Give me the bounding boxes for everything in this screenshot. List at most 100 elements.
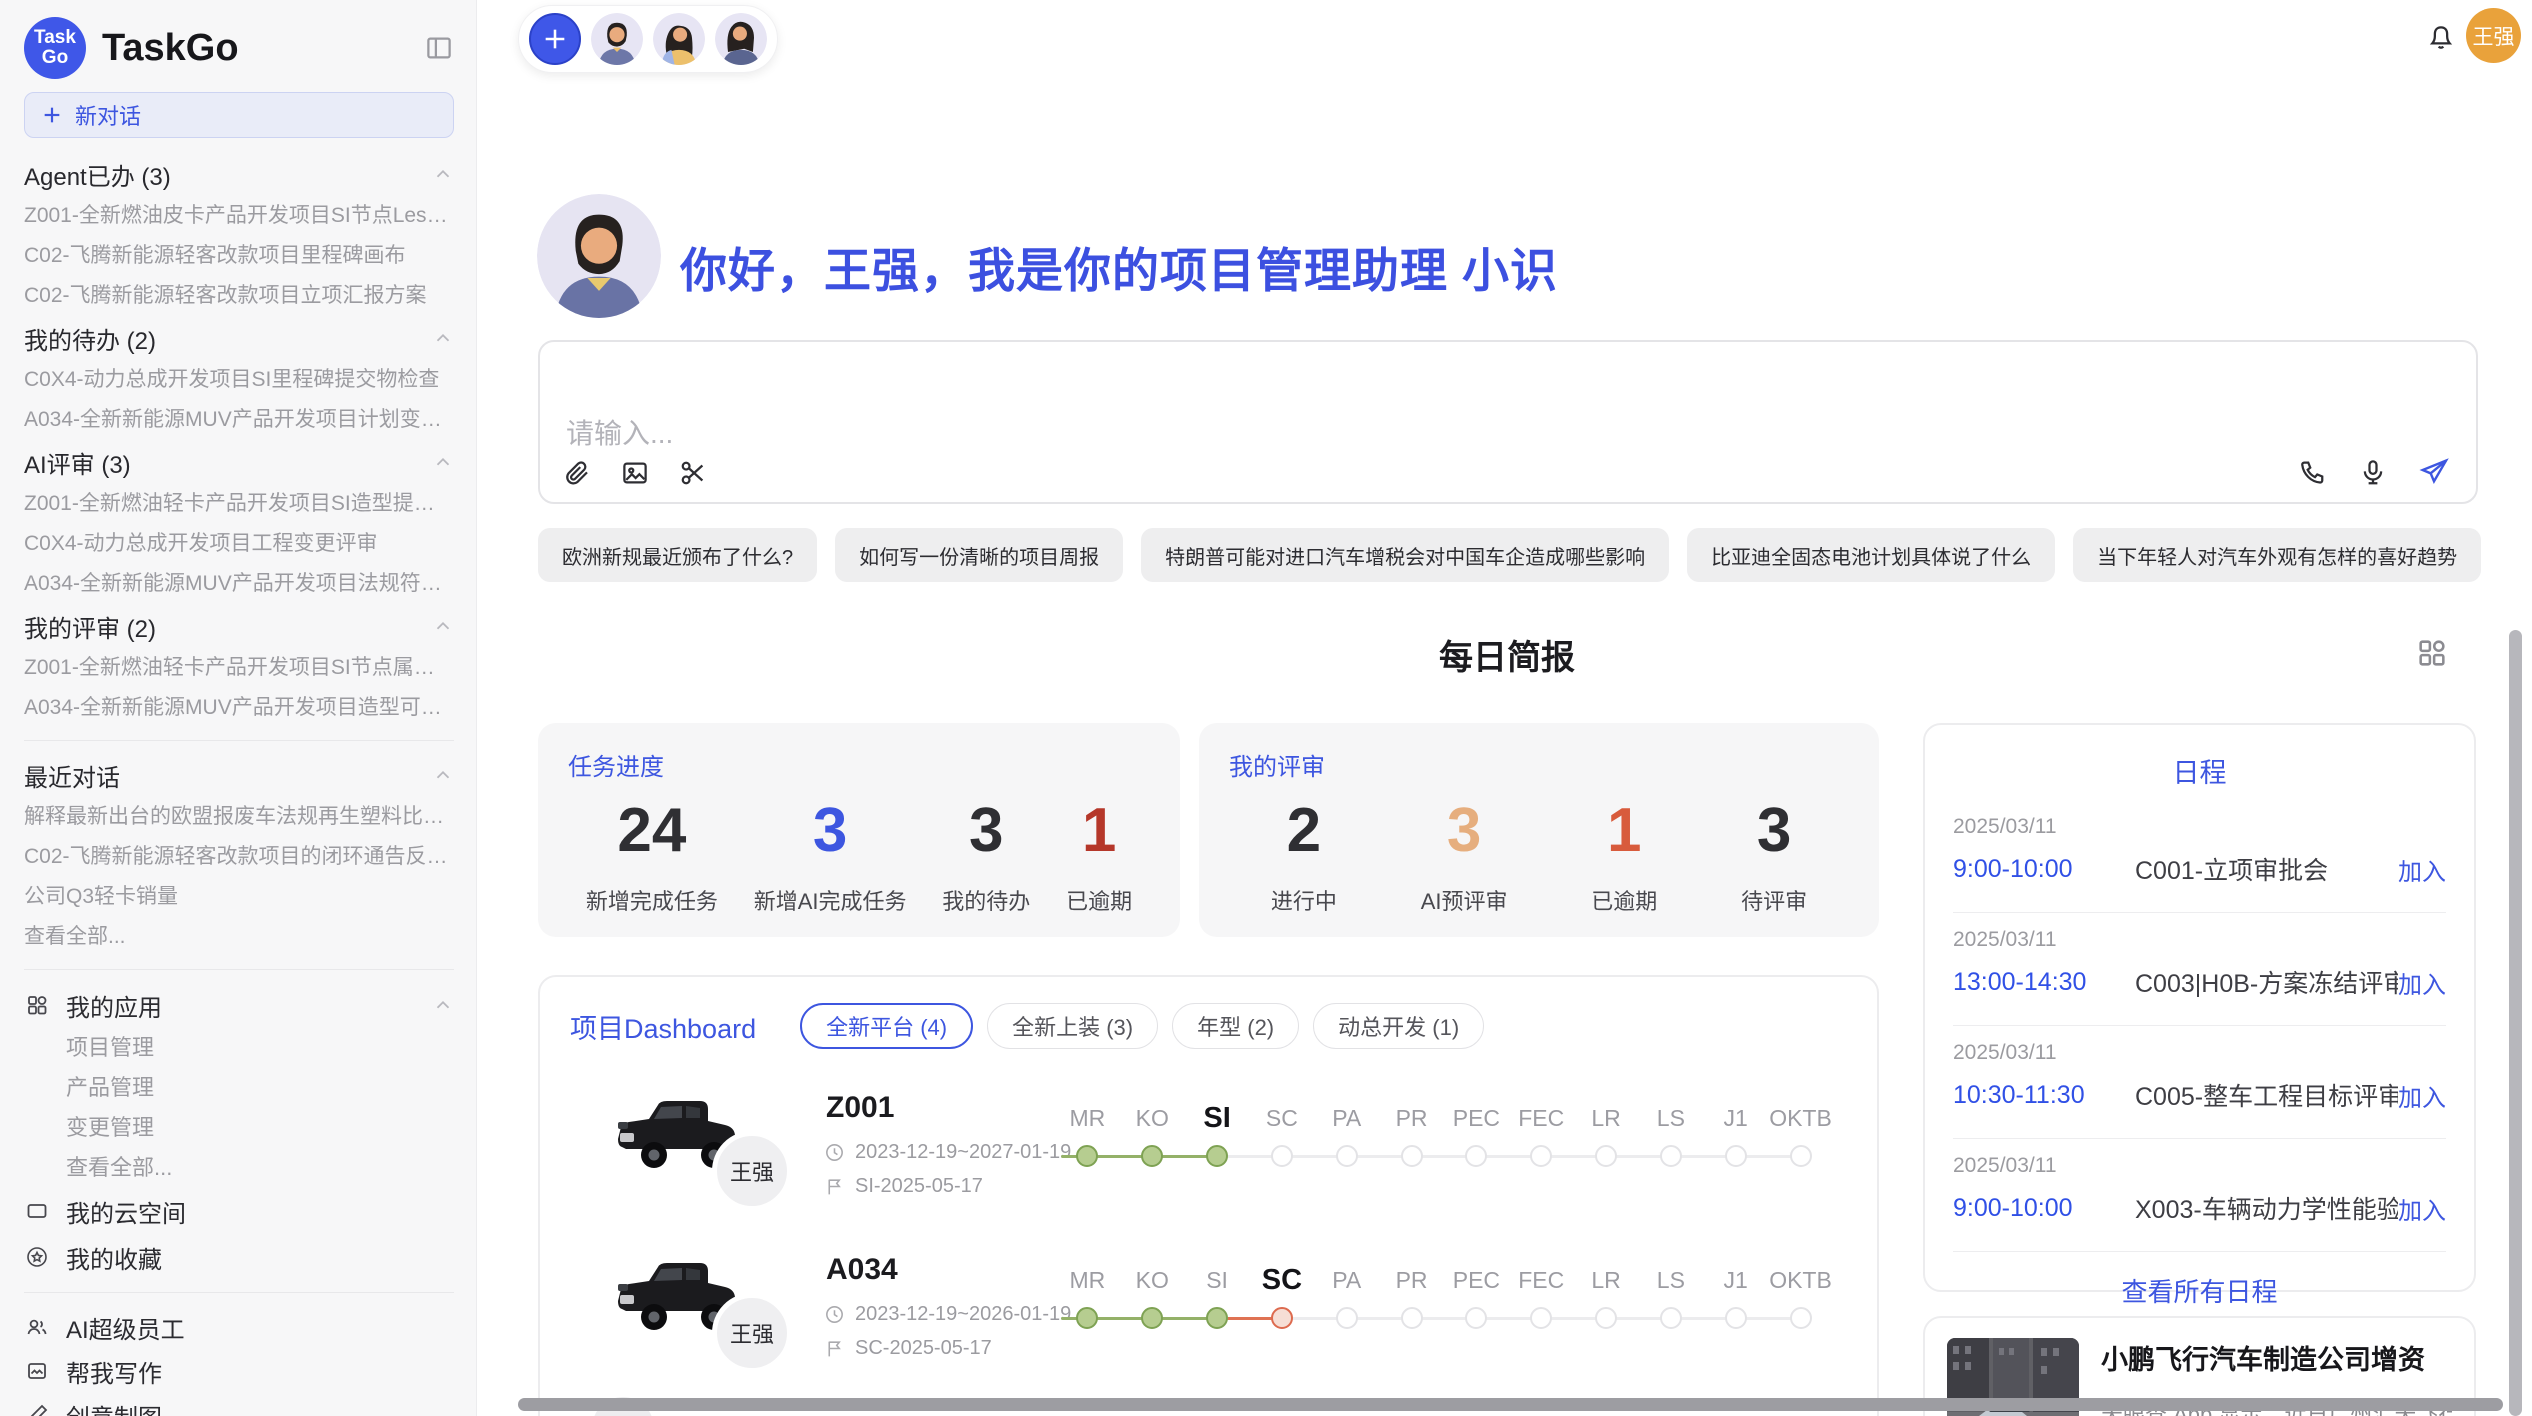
sidebar-conversation-item[interactable]: Z001-全新燃油轻卡产品开发项目SI造型提交物评审 — [24, 484, 454, 524]
milestone-dot-MR[interactable] — [1076, 1307, 1098, 1329]
sidebar-conversation-item[interactable]: C02-飞腾新能源轻客改款项目立项汇报方案 — [24, 276, 454, 316]
milestone-dot-J1[interactable] — [1725, 1145, 1747, 1167]
horizontal-scrollbar[interactable] — [518, 1398, 2503, 1411]
project-flag-milestone: SC-2025-05-17 — [824, 1337, 992, 1360]
event-join-link[interactable]: 加入 — [2398, 852, 2446, 887]
agent-avatar-2[interactable] — [653, 13, 705, 65]
sidebar-conversation-item[interactable]: C0X4-动力总成开发项目工程变更评审 — [24, 524, 454, 564]
event-main: 10:30-11:30C005-整车工程目标评审加入 — [1953, 1077, 2446, 1113]
notifications-bell-icon[interactable] — [2425, 20, 2457, 57]
sidebar-conversation-item[interactable]: A034-全新新能源MUV产品开发项目计划变更表编写 — [24, 400, 454, 440]
milestone-dot-PEC[interactable] — [1465, 1145, 1487, 1167]
news-title: 小鹏飞行汽车制造公司增资 — [2101, 1338, 2452, 1377]
my-apps-subitem[interactable]: 产品管理 — [24, 1068, 454, 1108]
project-code[interactable]: Z001 — [826, 1091, 894, 1125]
my-apps-subitem[interactable]: 项目管理 — [24, 1028, 454, 1068]
recent-conversation-item[interactable]: C02-飞腾新能源轻客改款项目的闭环通告反馈情况 — [24, 837, 454, 877]
agent-avatar-3[interactable] — [715, 13, 767, 65]
image-icon[interactable] — [620, 458, 650, 488]
recent-conversation-item[interactable]: 查看全部... — [24, 917, 454, 957]
milestone-label-PR: PR — [1379, 1265, 1444, 1295]
event-join-link[interactable]: 加入 — [2398, 1191, 2446, 1226]
sidebar-group-header-recent[interactable]: 最近对话 — [24, 753, 454, 797]
sidebar-group-title: AI评审 (3) — [24, 445, 131, 480]
suggestion-chip[interactable]: 欧洲新规最近颁布了什么? — [538, 528, 817, 582]
milestone-dot-OKTB[interactable] — [1790, 1145, 1812, 1167]
milestone-dot-KO[interactable] — [1141, 1307, 1163, 1329]
suggestion-chip[interactable]: 特朗普可能对进口汽车增税会对中国车企造成哪些影响 — [1141, 528, 1669, 582]
event-join-link[interactable]: 加入 — [2398, 1078, 2446, 1113]
sidebar-item-favorites[interactable]: 我的收藏 — [24, 1234, 454, 1280]
sidebar-item-cloud-space[interactable]: 我的云空间 — [24, 1188, 454, 1234]
sidebar-group-header[interactable]: 我的待办 (2) — [24, 316, 454, 360]
agent-avatar-1[interactable] — [591, 13, 643, 65]
milestone-labels: MRKOSISCPAPRPECFECLRLSJ1OKTB — [1055, 1247, 1833, 1295]
milestone-dot-PR[interactable] — [1401, 1145, 1423, 1167]
stat: 1已逾期 — [1066, 794, 1132, 916]
milestone-dot-MR[interactable] — [1076, 1145, 1098, 1167]
milestone-dot-SI[interactable] — [1206, 1145, 1228, 1167]
sidebar-group-header[interactable]: 我的评审 (2) — [24, 604, 454, 648]
milestone-dot-KO[interactable] — [1141, 1145, 1163, 1167]
milestone-dot-LR[interactable] — [1595, 1307, 1617, 1329]
milestone-dot-LS[interactable] — [1660, 1307, 1682, 1329]
milestone-dot-J1[interactable] — [1725, 1307, 1747, 1329]
milestone-dot-FEC[interactable] — [1530, 1307, 1552, 1329]
recent-conversation-item[interactable]: 公司Q3轻卡销量 — [24, 877, 454, 917]
layout-grid-icon[interactable] — [2415, 636, 2449, 675]
event-join-link[interactable]: 加入 — [2398, 965, 2446, 1000]
milestone-dot-PA[interactable] — [1336, 1145, 1358, 1167]
user-avatar[interactable]: 王强 — [2466, 8, 2521, 63]
sidebar-item-help-me-write[interactable]: 帮我写作 — [24, 1349, 454, 1393]
dashboard-tab[interactable]: 动总开发 (1) — [1313, 1003, 1484, 1049]
scissors-icon[interactable] — [678, 458, 708, 488]
sidebar-item-ai-super-staff[interactable]: AI超级员工 — [24, 1305, 454, 1349]
add-agent-button[interactable] — [529, 13, 581, 65]
suggestion-chip[interactable]: 当下年轻人对汽车外观有怎样的喜好趋势 — [2073, 528, 2481, 582]
milestone-dot-PR[interactable] — [1401, 1307, 1423, 1329]
sidebar-conversation-item[interactable]: A034-全新新能源MUV产品开发项目法规符合性评审 — [24, 564, 454, 604]
new-chat-button[interactable]: 新对话 — [24, 92, 454, 138]
milestone-dot-PA[interactable] — [1336, 1307, 1358, 1329]
sidebar-group-header[interactable]: AI评审 (3) — [24, 440, 454, 484]
dashboard-tab[interactable]: 年型 (2) — [1172, 1003, 1299, 1049]
project-code[interactable]: A034 — [826, 1253, 898, 1287]
suggestion-chip[interactable]: 如何写一份清晰的项目周报 — [835, 528, 1123, 582]
task-progress-stats: 24新增完成任务3新增AI完成任务3我的待办1已逾期 — [568, 794, 1150, 916]
send-icon[interactable] — [2418, 456, 2450, 488]
milestone-dot-SC[interactable] — [1271, 1307, 1293, 1329]
milestone-dot-LS[interactable] — [1660, 1145, 1682, 1167]
sidebar-item-creative-drawing[interactable]: 创意制图 — [24, 1393, 454, 1416]
vertical-scrollbar[interactable] — [2509, 630, 2522, 1416]
stat-value: 3 — [969, 794, 1003, 868]
stat: 3AI预评审 — [1421, 794, 1508, 916]
sidebar-conversation-item[interactable]: Z001-全新燃油轻卡产品开发项目SI节点属性5D文件评审 — [24, 648, 454, 688]
attachment-icon[interactable] — [562, 458, 592, 488]
sidebar-item-my-apps[interactable]: 我的应用 — [24, 982, 454, 1028]
event-date: 2025/03/11 — [1953, 1041, 2446, 1065]
milestone-dot-PEC[interactable] — [1465, 1307, 1487, 1329]
milestone-dot-SI[interactable] — [1206, 1307, 1228, 1329]
dashboard-tab[interactable]: 全新上装 (3) — [987, 1003, 1158, 1049]
chat-input-card[interactable]: 请输入... — [538, 340, 2478, 504]
milestone-dot-OKTB[interactable] — [1790, 1307, 1812, 1329]
dashboard-tab[interactable]: 全新平台 (4) — [800, 1003, 973, 1049]
taskgo-logo: Task Go — [24, 17, 86, 79]
milestone-label-PR: PR — [1379, 1103, 1444, 1133]
sidebar-collapse-icon[interactable] — [424, 33, 454, 63]
microphone-icon[interactable] — [2358, 457, 2388, 487]
sidebar-group-header[interactable]: Agent已办 (3) — [24, 152, 454, 196]
my-apps-subitem[interactable]: 查看全部... — [24, 1148, 454, 1188]
sidebar-conversation-item[interactable]: Z001-全新燃油皮卡产品开发项目SI节点Lesson Learn报告 — [24, 196, 454, 236]
sidebar-conversation-item[interactable]: A034-全新新能源MUV产品开发项目造型可行性评审 — [24, 688, 454, 728]
sidebar: Task Go TaskGo 新对话 Agent已办 (3)Z001-全新燃油皮… — [0, 0, 477, 1416]
recent-conversation-item[interactable]: 解释最新出台的欧盟报废车法规再生塑料比例被调至15%... — [24, 797, 454, 837]
sidebar-conversation-item[interactable]: C02-飞腾新能源轻客改款项目里程碑画布 — [24, 236, 454, 276]
milestone-dot-SC[interactable] — [1271, 1145, 1293, 1167]
milestone-dot-LR[interactable] — [1595, 1145, 1617, 1167]
phone-icon[interactable] — [2298, 457, 2328, 487]
my-apps-subitem[interactable]: 变更管理 — [24, 1108, 454, 1148]
suggestion-chip[interactable]: 比亚迪全固态电池计划具体说了什么 — [1687, 528, 2055, 582]
milestone-dot-FEC[interactable] — [1530, 1145, 1552, 1167]
sidebar-conversation-item[interactable]: C0X4-动力总成开发项目SI里程碑提交物检查 — [24, 360, 454, 400]
